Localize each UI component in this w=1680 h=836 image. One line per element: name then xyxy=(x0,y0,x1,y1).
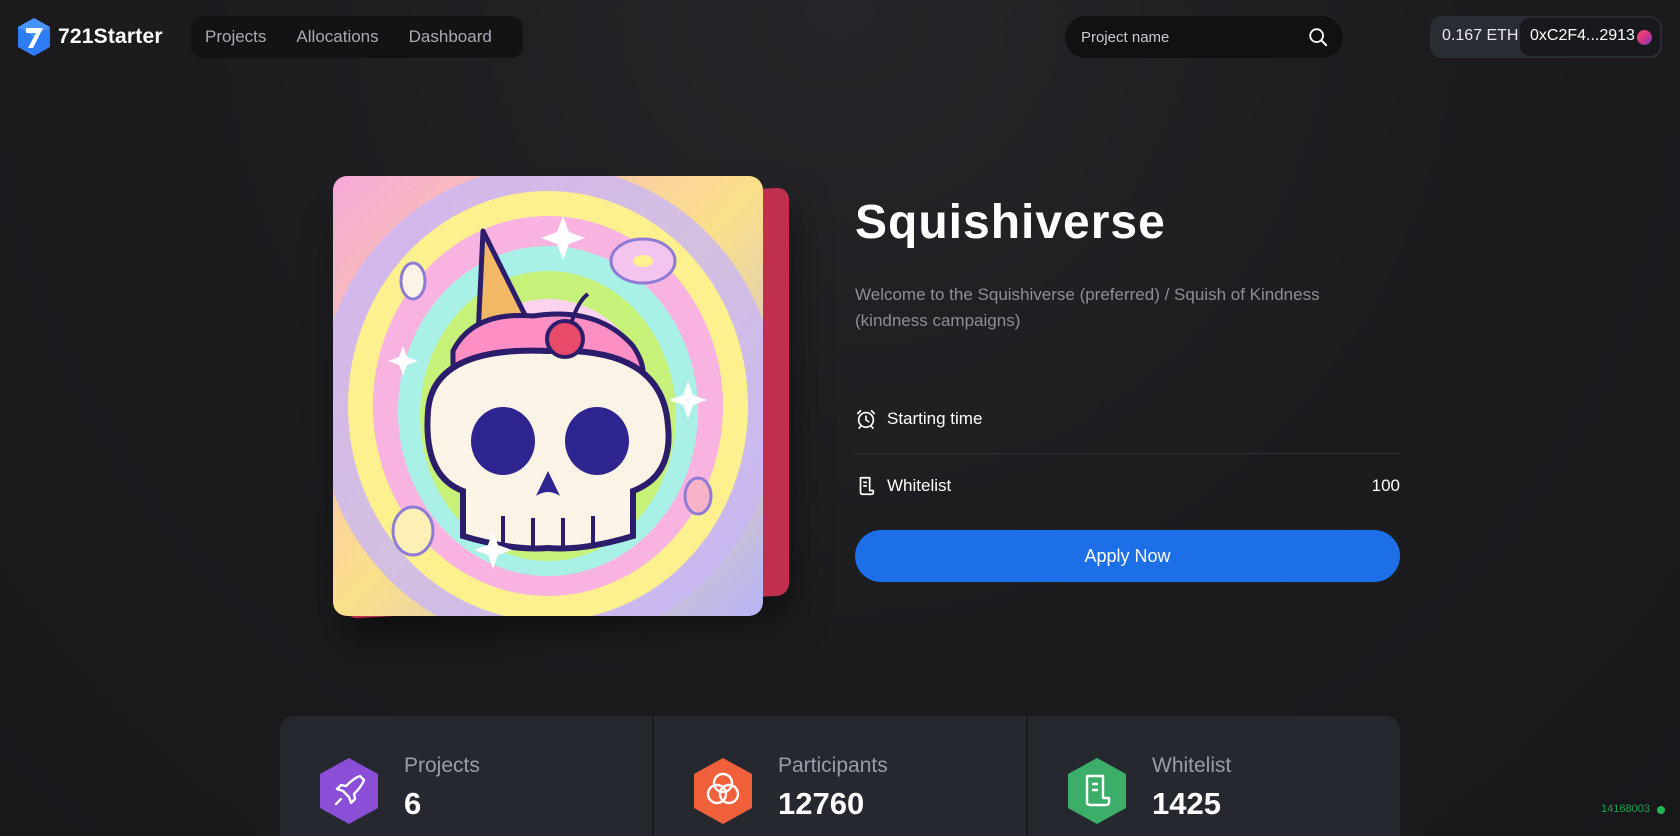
wallet-address: 0xC2F4...2913 xyxy=(1530,27,1635,44)
nav-allocations[interactable]: Allocations xyxy=(296,27,378,47)
skull-ice-cream-illustration xyxy=(333,176,763,616)
scroll-icon xyxy=(1068,758,1126,824)
stat-projects-value: 6 xyxy=(404,786,422,821)
whitelist-row: Whitelist 100 xyxy=(855,466,1400,506)
alarm-clock-icon xyxy=(856,409,876,429)
main-nav: Projects Allocations Dashboard xyxy=(191,16,523,58)
network-status-dot xyxy=(1657,806,1665,814)
wallet-avatar xyxy=(1637,30,1652,45)
project-description: Welcome to the Squishiverse (preferred) … xyxy=(855,285,1320,330)
rocket-icon xyxy=(320,758,378,824)
logo-text: 721Starter xyxy=(58,25,163,48)
nav-projects[interactable]: Projects xyxy=(205,27,266,47)
stat-participants: Participants 12760 xyxy=(652,716,1026,836)
block-number: 14168003 xyxy=(1601,803,1650,815)
eth-balance: 0.167 ETH xyxy=(1442,27,1519,44)
apply-now-button[interactable]: Apply Now xyxy=(855,530,1400,582)
whitelist-value: 100 xyxy=(1371,476,1400,495)
stat-participants-label: Participants xyxy=(778,754,888,777)
wallet-address-button[interactable]: 0xC2F4...2913 xyxy=(1520,18,1660,56)
info-divider xyxy=(855,453,1400,454)
logo[interactable]: 721Starter xyxy=(16,17,163,57)
whitelist-label: Whitelist xyxy=(887,476,952,495)
project-image xyxy=(333,176,763,616)
search-box xyxy=(1065,16,1343,58)
rings-icon xyxy=(694,758,752,824)
starting-time-label: Starting time xyxy=(887,409,983,428)
stat-whitelist: Whitelist 1425 xyxy=(1026,716,1400,836)
stat-whitelist-label: Whitelist xyxy=(1152,754,1232,777)
stats-panel: Projects 6 Participants 12760 Whitelist … xyxy=(280,716,1400,836)
stat-projects: Projects 6 xyxy=(280,716,652,836)
stat-whitelist-value: 1425 xyxy=(1152,786,1221,821)
top-header: 721Starter Projects Allocations Dashboar… xyxy=(0,0,1680,74)
search-icon[interactable] xyxy=(1307,26,1329,48)
wallet-widget[interactable]: 0.167 ETH 0xC2F4...2913 xyxy=(1430,16,1662,58)
project-title: Squishiverse xyxy=(855,196,1166,249)
stat-projects-label: Projects xyxy=(404,754,480,777)
document-icon xyxy=(859,476,875,496)
starting-time-row: Starting time xyxy=(855,399,1400,439)
search-input[interactable] xyxy=(1081,16,1301,58)
stat-participants-value: 12760 xyxy=(778,786,865,821)
logo-icon xyxy=(18,18,50,56)
nav-dashboard[interactable]: Dashboard xyxy=(409,27,492,47)
